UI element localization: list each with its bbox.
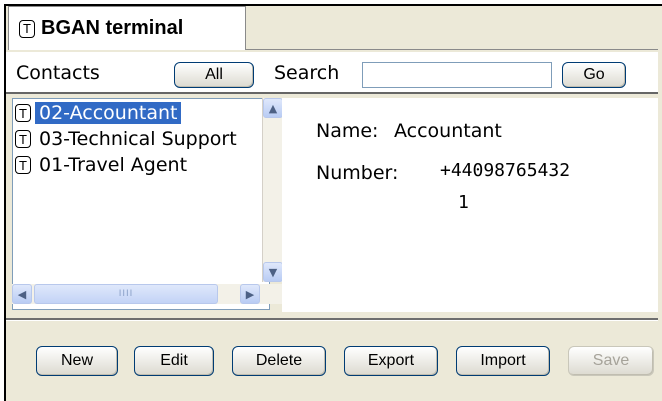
export-button[interactable]: Export xyxy=(344,346,438,376)
contact-label: 01-Travel Agent xyxy=(39,154,188,176)
number-value-wrap: 1 xyxy=(458,192,469,213)
terminal-icon: T xyxy=(15,130,31,148)
search-input[interactable] xyxy=(362,62,552,88)
tab-bgan-terminal[interactable]: T BGAN terminal xyxy=(8,6,246,50)
tab-title: BGAN terminal xyxy=(41,17,184,39)
list-horizontal-scrollbar[interactable]: ◀ IIII ▶ xyxy=(12,284,282,304)
search-label: Search xyxy=(274,62,340,84)
number-value: +44098765432 xyxy=(440,160,571,181)
import-button[interactable]: Import xyxy=(456,346,550,376)
delete-button[interactable]: Delete xyxy=(232,346,326,376)
terminal-icon: T xyxy=(15,156,31,174)
contact-item-travel-agent[interactable]: T 01-Travel Agent xyxy=(15,153,259,177)
contacts-toolbar: Contacts All Search Go xyxy=(6,52,658,94)
scroll-down-button[interactable]: ▼ xyxy=(263,262,283,282)
scroll-left-button[interactable]: ◀ xyxy=(12,284,32,304)
contact-label: 03-Technical Support xyxy=(39,128,237,150)
contact-label: 02-Accountant xyxy=(35,102,182,124)
name-value: Accountant xyxy=(394,120,502,142)
contact-item-technical-support[interactable]: T 03-Technical Support xyxy=(15,127,259,151)
scroll-up-button[interactable]: ▲ xyxy=(263,98,283,118)
list-vertical-scrollbar[interactable]: ▲ ▼ xyxy=(262,98,283,282)
scroll-right-button[interactable]: ▶ xyxy=(240,284,260,304)
all-button[interactable]: All xyxy=(174,62,254,88)
edit-button[interactable]: Edit xyxy=(134,346,214,376)
name-label: Name: xyxy=(316,120,379,142)
terminal-icon: T xyxy=(19,19,35,38)
terminal-icon: T xyxy=(15,104,31,122)
tab-divider xyxy=(246,49,658,50)
go-button[interactable]: Go xyxy=(562,62,626,88)
horizontal-scroll-thumb[interactable]: IIII xyxy=(34,284,218,304)
new-button[interactable]: New xyxy=(36,346,118,376)
contact-details-panel: Name: Accountant Number: +44098765432 1 xyxy=(282,98,658,312)
contact-item-accountant[interactable]: T 02-Accountant xyxy=(15,101,259,125)
number-label: Number: xyxy=(316,162,399,184)
save-button[interactable]: Save xyxy=(568,346,654,376)
contacts-label: Contacts xyxy=(16,62,100,84)
contacts-list[interactable]: T 02-Accountant T 03-Technical Support T… xyxy=(12,98,270,310)
